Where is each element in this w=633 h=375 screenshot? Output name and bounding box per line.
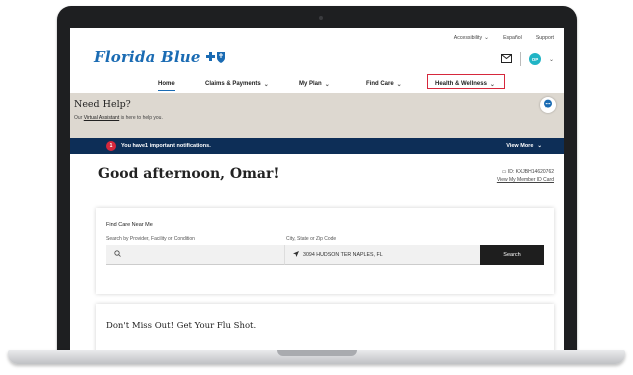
search-label: Search by Provider, Facility or Conditio… (106, 236, 195, 242)
search-icon (114, 250, 121, 259)
avatar[interactable]: OP (528, 53, 541, 65)
member-id-block: ▭ ID: KXJBH14620762 View My Member ID Ca… (497, 168, 554, 184)
nav-find-care[interactable]: Find Care ⌄ (366, 77, 402, 91)
chevron-down-icon: ⌄ (537, 143, 542, 149)
espanol-link[interactable]: Español (503, 34, 522, 41)
id-card-icon: ▭ (501, 169, 507, 175)
help-subtitle: Our Virtual Assistant is here to help yo… (74, 115, 163, 121)
nav-home[interactable]: Home (158, 77, 175, 91)
location-value: 3094 HUDSON TER NAPLES, FL (303, 251, 383, 258)
flu-shot-title: Don't Miss Out! Get Your Flu Shot. (106, 321, 257, 331)
provider-search-input[interactable] (106, 245, 284, 265)
virtual-assistant-link[interactable]: Virtual Assistant (84, 115, 119, 121)
chevron-down-icon[interactable]: ⌄ (549, 56, 554, 63)
laptop-mockup: Accessibility ⌄ Español Support Florida B… (0, 0, 633, 375)
notification-text: You have1 important notifications. (121, 143, 211, 149)
cross-shield-logo-icon (205, 51, 227, 64)
chat-bubble-icon (543, 96, 553, 114)
chevron-down-icon: ⌄ (324, 81, 330, 88)
header-actions: OP ⌄ (500, 50, 554, 68)
chevron-down-icon: ⌄ (396, 81, 402, 88)
flu-shot-card: Don't Miss Out! Get Your Flu Shot. (96, 304, 554, 350)
webcam (319, 16, 323, 20)
notification-bar[interactable]: 1 You have1 important notifications. Vie… (70, 138, 564, 154)
laptop-notch (277, 350, 357, 356)
nav-claims-payments[interactable]: Claims & Payments ⌄ (205, 77, 269, 91)
find-care-card: Find Care Near Me Search by Provider, Fa… (96, 208, 554, 294)
mail-icon[interactable] (500, 50, 512, 68)
accessibility-menu[interactable]: Accessibility ⌄ (454, 34, 490, 42)
brand-logo[interactable]: Florida Blue (94, 48, 227, 66)
location-label: City, State or Zip Code (286, 236, 337, 242)
utility-bar: Accessibility ⌄ Español Support (454, 34, 554, 42)
chevron-down-icon: ⌄ (263, 81, 269, 88)
location-input[interactable]: 3094 HUDSON TER NAPLES, FL (284, 245, 480, 265)
view-member-id-link[interactable]: View My Member ID Card (497, 177, 554, 183)
member-id: ID: KXJBH14620762 (507, 169, 554, 175)
nav-my-plan[interactable]: My Plan ⌄ (299, 77, 330, 91)
search-button[interactable]: Search (480, 245, 544, 265)
find-care-title: Find Care Near Me (106, 222, 153, 228)
greeting-title: Good afternoon, Omar! (98, 166, 280, 182)
chevron-down-icon: ⌄ (484, 35, 490, 41)
help-title: Need Help? (74, 99, 131, 110)
highlight-box (427, 74, 505, 89)
notification-count-badge: 1 (106, 141, 116, 151)
browser-screen: Accessibility ⌄ Español Support Florida B… (70, 28, 564, 350)
support-link[interactable]: Support (536, 34, 554, 41)
location-arrow-icon (293, 250, 299, 259)
brand-name: Florida Blue (94, 48, 201, 66)
view-more-button[interactable]: View More ⌄ (506, 143, 542, 149)
help-banner: Need Help? Our Virtual Assistant is here… (70, 93, 564, 138)
chat-button[interactable] (540, 97, 556, 113)
header-divider (519, 52, 521, 66)
